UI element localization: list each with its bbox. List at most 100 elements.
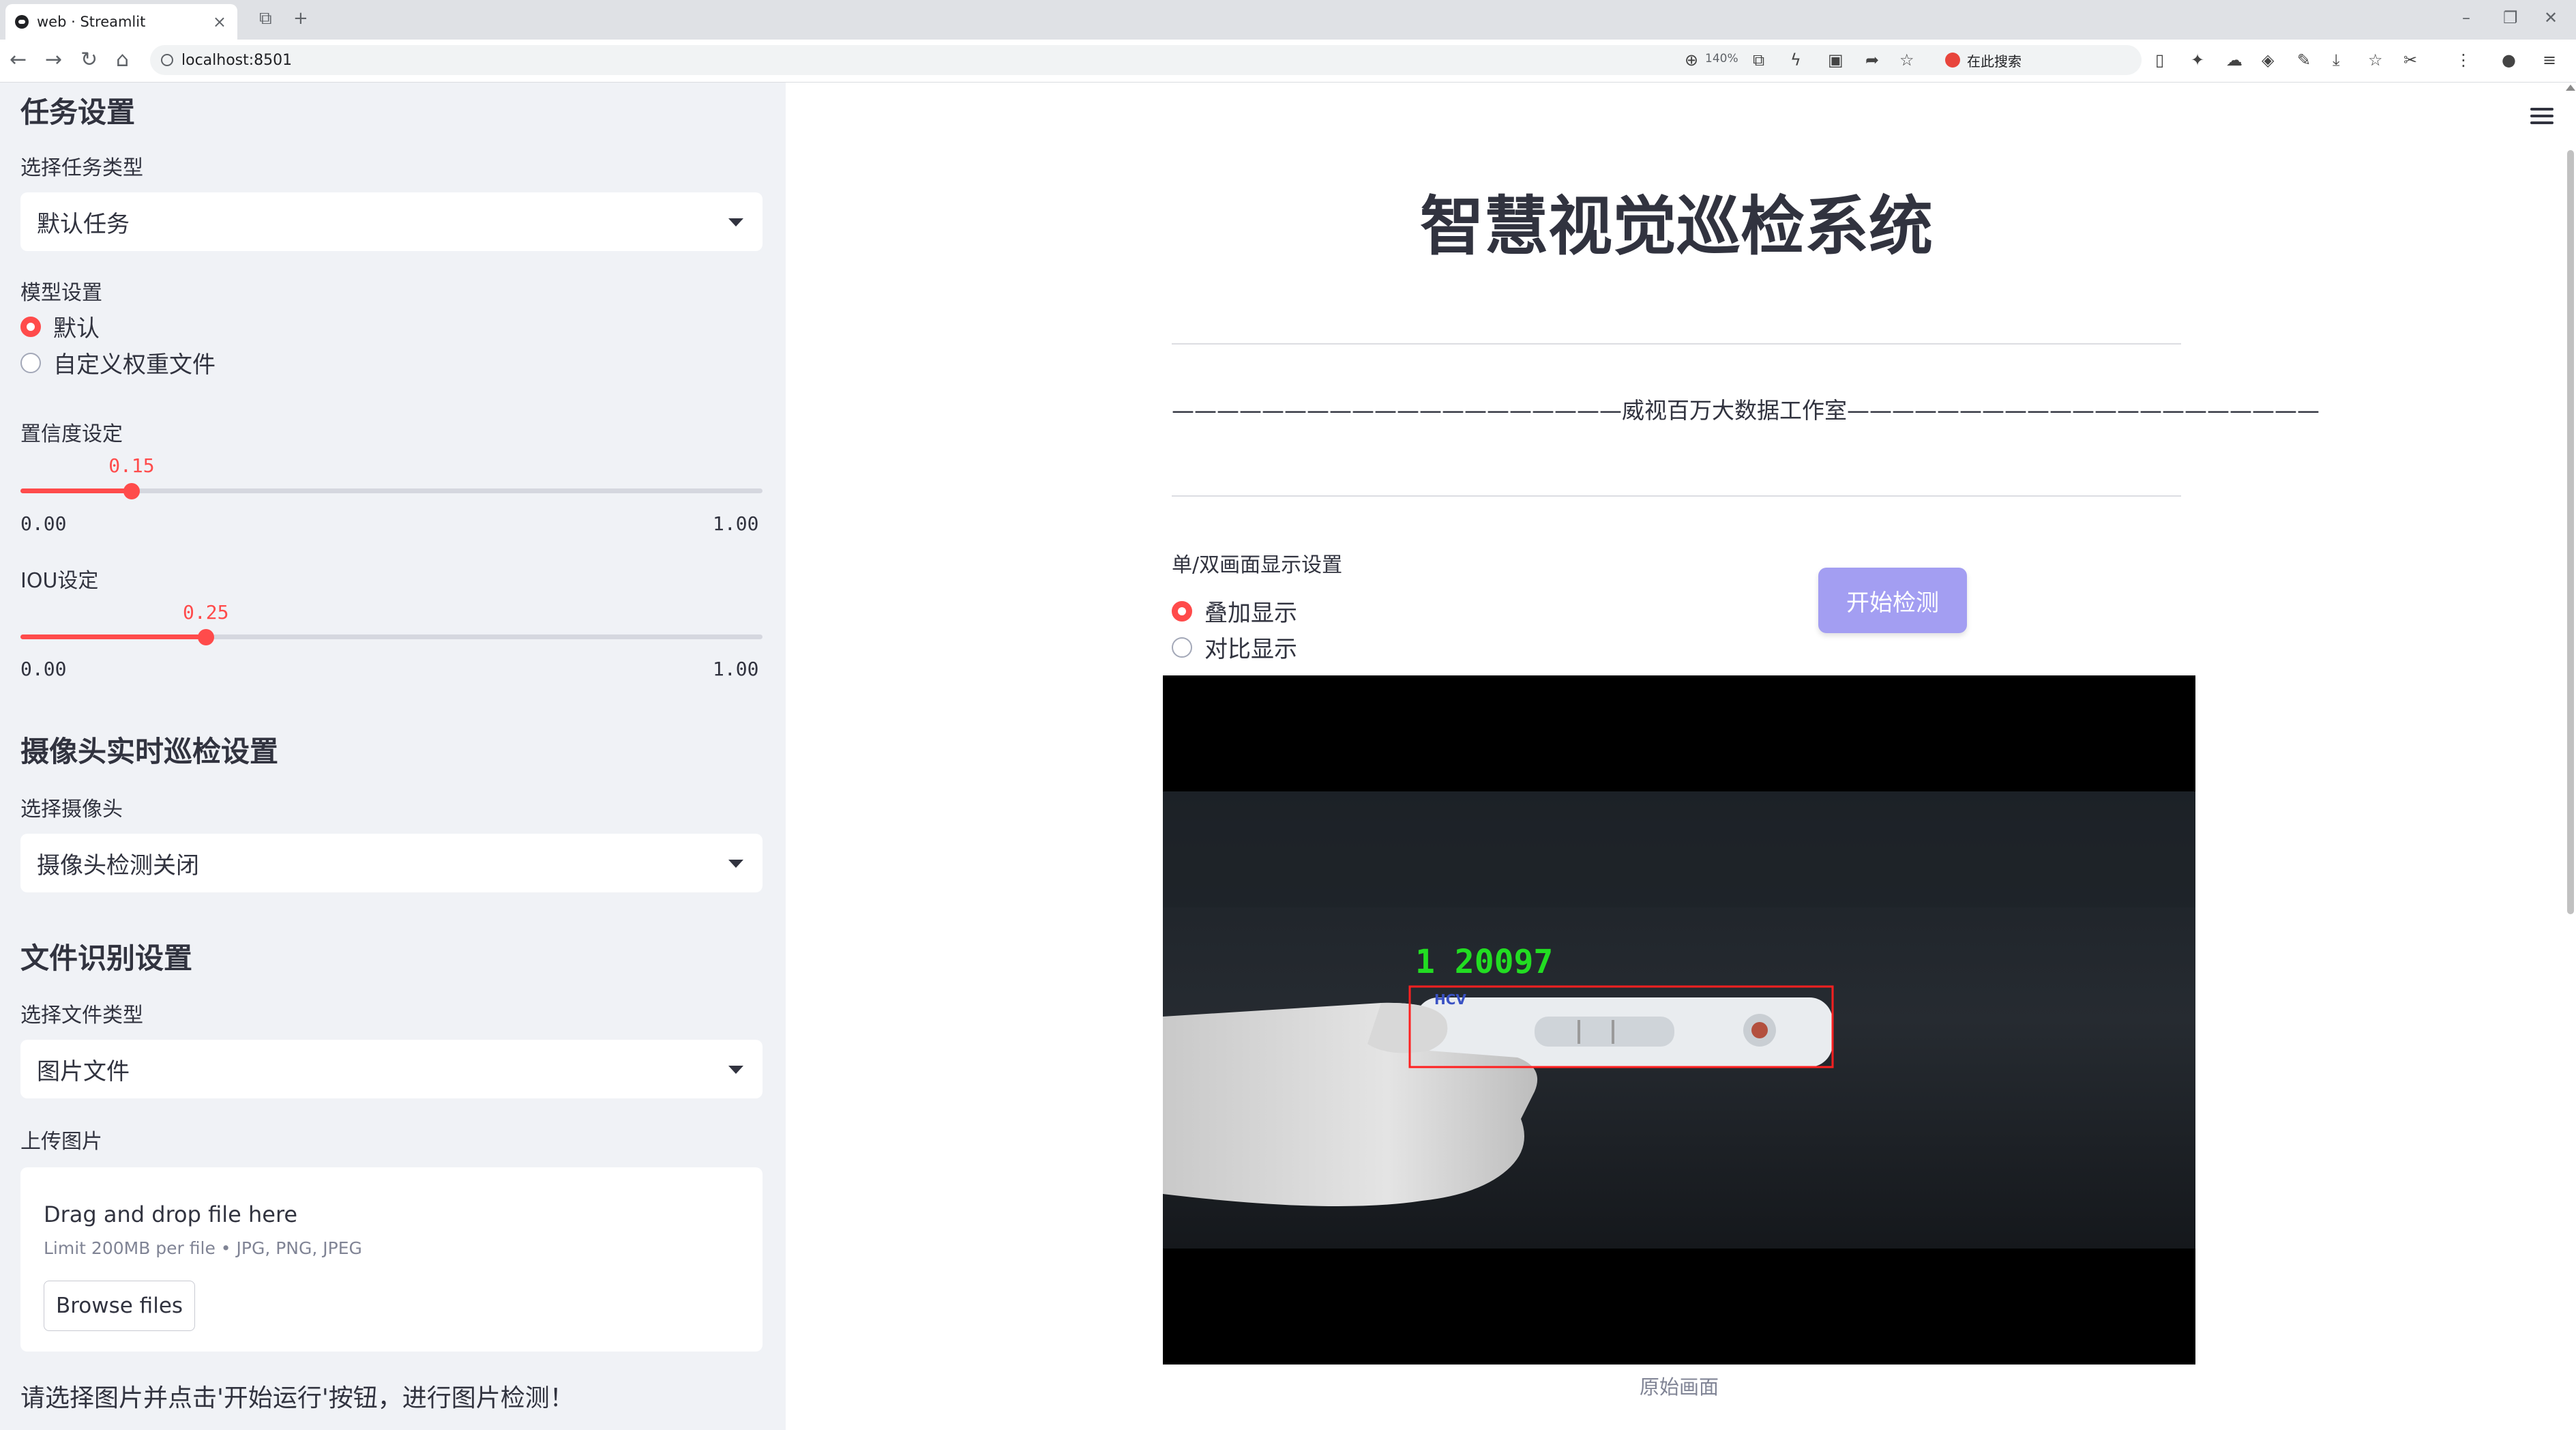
chevron-down-icon — [728, 1066, 743, 1074]
confidence-slider-fill — [20, 488, 132, 493]
iou-slider-fill — [20, 634, 206, 639]
radio-selected-icon[interactable] — [1172, 600, 1192, 622]
camera-value: 摄像头检测关闭 — [37, 851, 199, 879]
sidebar-hint: 请选择图片并点击'开始运行'按钮，进行图片检测！ — [20, 1384, 574, 1412]
task-type-value: 默认任务 — [37, 210, 130, 238]
strip-label: HCV — [1434, 991, 1466, 1008]
reload-icon[interactable]: ↻ — [80, 48, 98, 72]
download-icon[interactable]: ⤓ — [2333, 50, 2340, 70]
back-icon[interactable]: ← — [10, 48, 27, 72]
forward-icon[interactable]: → — [45, 48, 62, 72]
test-sample-drop — [1751, 1022, 1768, 1038]
screenshot-icon[interactable]: ▣ — [1828, 50, 1844, 70]
close-tab-icon[interactable]: × — [213, 12, 226, 31]
home-icon[interactable]: ⌂ — [116, 48, 129, 72]
streamlit-favicon-icon — [15, 15, 29, 29]
view-mode-label: 单/双画面显示设置 — [1172, 553, 1343, 577]
lightning-icon[interactable]: ϟ — [1790, 50, 1801, 70]
upload-drop-text: Drag and drop file here — [44, 1201, 298, 1227]
tab-search-icon[interactable]: ⧉ — [259, 8, 272, 29]
bookmark-star-icon[interactable]: ☆ — [1899, 50, 1914, 70]
site-info-icon[interactable] — [161, 54, 173, 66]
extension-3-icon[interactable]: ◈ — [2262, 50, 2274, 70]
search-box[interactable]: 在此搜索 — [1937, 46, 2142, 74]
model-label: 模型设置 — [20, 281, 102, 305]
camera-section-title: 摄像头实时巡检设置 — [20, 735, 279, 768]
start-detection-button[interactable]: 开始检测 — [1818, 568, 1967, 633]
confidence-min: 0.00 — [20, 512, 67, 535]
sidebar: 任务设置 选择任务类型 默认任务 模型设置 默认 自定义权重文件 置信度设定 0… — [0, 83, 786, 1430]
browser-menu-icon[interactable]: ≡ — [2543, 50, 2556, 70]
iou-slider[interactable] — [20, 634, 763, 639]
upload-limit-text: Limit 200MB per file • JPG, PNG, JPEG — [44, 1238, 362, 1258]
detection-image: HCV 1 20097 — [1163, 675, 2195, 1365]
view-option-overlay[interactable]: 叠加显示 — [1172, 594, 1297, 628]
url-text: localhost:8501 — [181, 51, 293, 69]
zoom-indicator[interactable]: 140% — [1705, 52, 1738, 65]
window-close-icon[interactable]: ✕ — [2544, 8, 2558, 27]
view-option-compare[interactable]: 对比显示 — [1172, 630, 1297, 664]
radio-unselected-icon[interactable] — [20, 352, 41, 373]
iou-slider-thumb[interactable] — [198, 629, 214, 645]
file-section-title: 文件识别设置 — [20, 942, 193, 975]
scroll-up-arrow-icon[interactable] — [2566, 85, 2575, 91]
divider-top — [1172, 343, 2181, 345]
model-option-default[interactable]: 默认 — [20, 310, 100, 343]
extension-4-icon[interactable]: ✎ — [2297, 50, 2311, 70]
confidence-slider-thumb[interactable] — [123, 483, 140, 499]
view-option-label: 叠加显示 — [1204, 600, 1297, 627]
more-vertical-icon[interactable]: ⋮ — [2455, 50, 2472, 70]
file-type-value: 图片文件 — [37, 1057, 130, 1085]
file-uploader-dropzone[interactable]: Drag and drop file here Limit 200MB per … — [20, 1167, 763, 1352]
confidence-value: 0.15 — [108, 454, 155, 477]
radio-unselected-icon[interactable] — [1172, 637, 1192, 658]
confidence-label: 置信度设定 — [20, 422, 123, 446]
studio-banner: ————————————————————威视百万大数据工作室——————————… — [1172, 397, 2320, 424]
share-icon[interactable]: ➦ — [1865, 50, 1879, 70]
page-title: 智慧视觉巡检系统 — [1419, 190, 1933, 264]
divider-bottom — [1172, 495, 2181, 497]
detection-image-canvas: HCV 1 20097 — [1163, 791, 2195, 1249]
translate-icon[interactable]: ⧉ — [1753, 50, 1764, 70]
search-engine-icon — [1945, 53, 1960, 68]
model-option-label: 默认 — [53, 315, 100, 342]
tab-title: web · Streamlit — [37, 14, 146, 30]
browse-files-button[interactable]: Browse files — [44, 1281, 195, 1331]
task-section-title: 任务设置 — [20, 96, 136, 129]
confidence-max: 1.00 — [713, 512, 759, 535]
search-placeholder: 在此搜索 — [1967, 53, 2022, 70]
camera-label: 选择摄像头 — [20, 798, 123, 821]
mobile-icon[interactable]: ▯ — [2155, 50, 2164, 70]
browser-tab[interactable]: web · Streamlit × — [5, 4, 237, 40]
task-type-select[interactable]: 默认任务 — [20, 192, 763, 251]
chevron-down-icon — [728, 860, 743, 868]
radio-selected-icon[interactable] — [20, 316, 41, 337]
view-option-label: 对比显示 — [1204, 636, 1297, 663]
app-menu-icon[interactable] — [2530, 108, 2553, 128]
model-option-label: 自定义权重文件 — [53, 351, 216, 379]
favorites-icon[interactable]: ☆ — [2368, 50, 2383, 70]
restore-icon[interactable]: ❐ — [2503, 8, 2518, 27]
file-type-select[interactable]: 图片文件 — [20, 1040, 763, 1098]
extension-2-icon[interactable]: ☁ — [2226, 50, 2242, 70]
iou-max: 1.00 — [713, 658, 759, 680]
new-tab-icon[interactable]: + — [293, 8, 308, 29]
page-scrollbar[interactable] — [2567, 150, 2574, 914]
model-option-custom[interactable]: 自定义权重文件 — [20, 346, 216, 379]
profile-avatar-icon[interactable]: ● — [2502, 50, 2516, 70]
task-type-label: 选择任务类型 — [20, 156, 143, 180]
scene-shelf — [1163, 791, 2195, 907]
detection-label: 1 20097 — [1415, 943, 1553, 981]
minimize-icon[interactable]: – — [2462, 8, 2470, 27]
chevron-down-icon — [728, 218, 743, 227]
zoom-icon[interactable]: ⊕ — [1685, 50, 1698, 70]
upload-label: 上传图片 — [20, 1130, 102, 1154]
file-type-label: 选择文件类型 — [20, 1004, 143, 1027]
cut-icon[interactable]: ✂ — [2403, 50, 2417, 70]
camera-select[interactable]: 摄像头检测关闭 — [20, 834, 763, 892]
extension-icon[interactable]: ✦ — [2191, 50, 2204, 70]
iou-min: 0.00 — [20, 658, 67, 680]
iou-label: IOU设定 — [20, 569, 99, 593]
test-strip-window — [1535, 1017, 1674, 1047]
image-caption: 原始画面 — [1639, 1375, 1719, 1399]
